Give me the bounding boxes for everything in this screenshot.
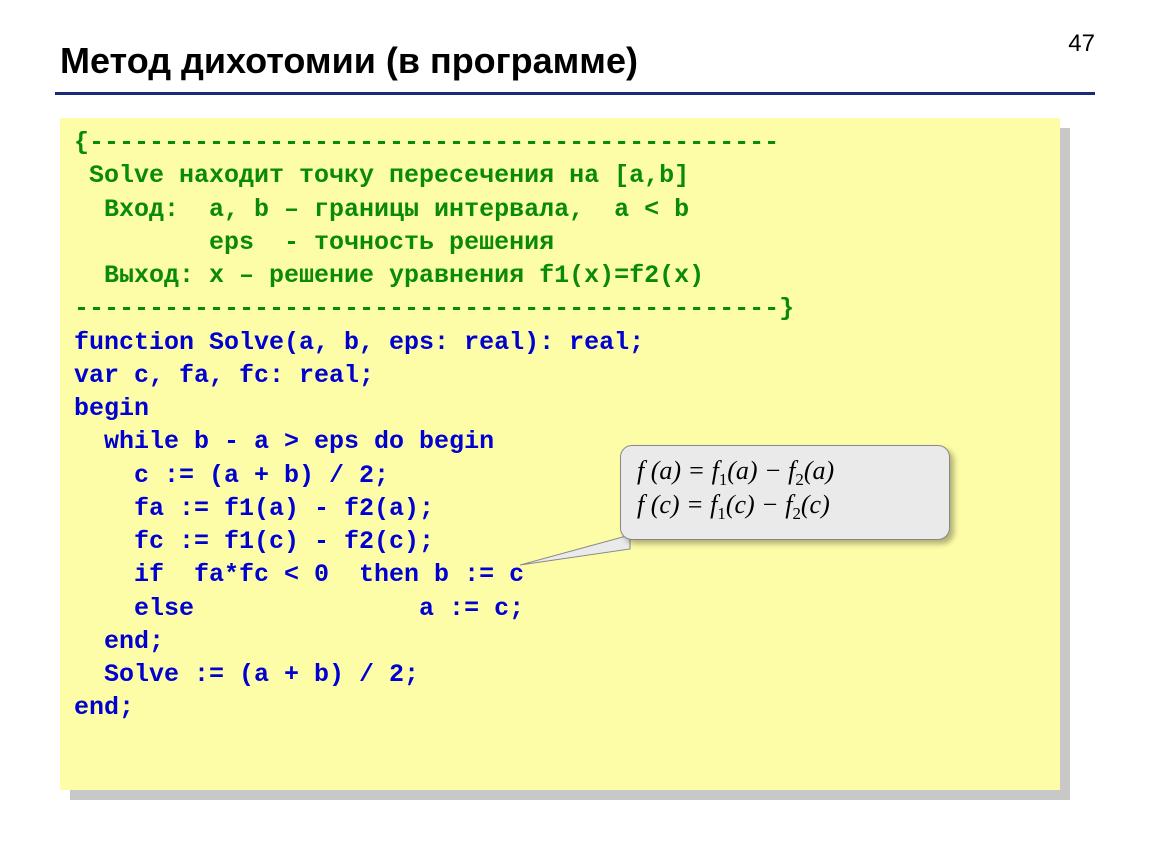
- callout-pointer-icon: [520, 535, 640, 575]
- code-line: else a := c;: [74, 594, 524, 623]
- code-line: end;: [74, 627, 164, 656]
- code-line: fa := f1(a) - f2(a);: [74, 494, 434, 523]
- code-line: end;: [74, 693, 134, 722]
- formula-line-2: f (c) = f1(c) − f2(c): [637, 490, 933, 524]
- code-line: c := (a + b) / 2;: [74, 461, 389, 490]
- comment-line: ----------------------------------------…: [74, 294, 794, 323]
- comment-line: {---------------------------------------…: [74, 128, 779, 157]
- code-line: fc := f1(c) - f2(c);: [74, 527, 434, 556]
- comment-line: eps - точность решения: [74, 228, 554, 257]
- slide-title: Метод дихотомии (в программе): [60, 40, 638, 82]
- comment-line: Solve находит точку пересечения на [a,b]: [74, 161, 689, 190]
- code-line: Solve := (a + b) / 2;: [74, 660, 419, 689]
- code-line: while b - a > eps do begin: [74, 427, 494, 456]
- comment-line: Вход: a, b – границы интервала, a < b: [74, 195, 689, 224]
- code-line: begin: [74, 394, 149, 423]
- comment-line: Выход: x – решение уравнения f1(x)=f2(x): [74, 261, 704, 290]
- code-line: if fa*fc < 0 then b := c: [74, 560, 524, 589]
- title-underline: [55, 92, 1095, 95]
- code-line: var c, fa, fc: real;: [74, 361, 374, 390]
- formula-callout: f (a) = f1(a) − f2(a) f (c) = f1(c) − f2…: [620, 445, 950, 540]
- code-line: function Solve(a, b, eps: real): real;: [74, 328, 644, 357]
- formula-line-1: f (a) = f1(a) − f2(a): [637, 456, 933, 490]
- page-number: 47: [1068, 30, 1095, 58]
